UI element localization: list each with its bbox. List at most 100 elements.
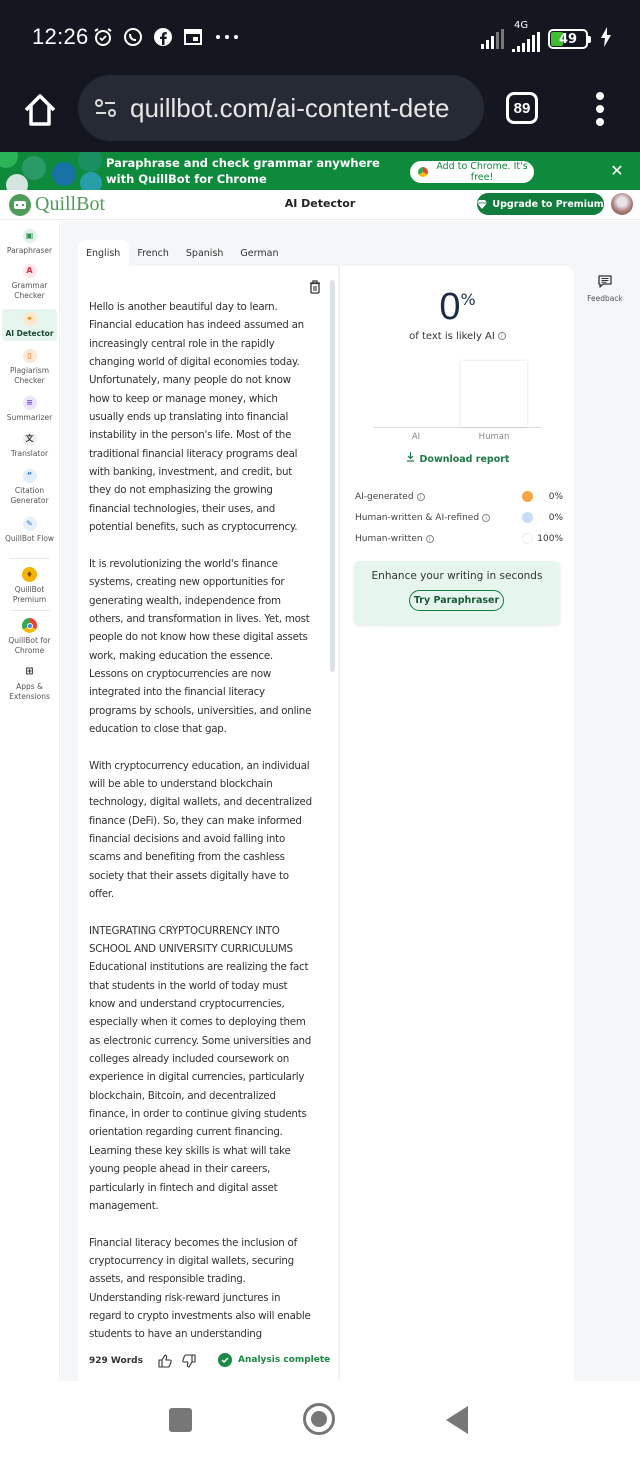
paragraph: It is revolutionizing the world's financ… (89, 557, 312, 735)
battery-icon: 49 (548, 29, 591, 49)
home-icon (24, 94, 56, 126)
sidebar-item-grammar-checker[interactable]: A Grammar Checker (2, 264, 57, 301)
summarizer-icon: ≡ (22, 396, 37, 410)
add-to-chrome-button[interactable]: Add to Chrome. It's free! (410, 161, 534, 183)
browser-toolbar: quillbot.com/ai-content-dete 89 (0, 70, 640, 152)
upgrade-label: Upgrade to Premium (492, 198, 604, 210)
url-text[interactable]: quillbot.com/ai-content-dete (130, 93, 470, 124)
add-to-chrome-label: Add to Chrome. It's free! (436, 161, 528, 183)
breakdown-label: Human-written (355, 533, 423, 544)
sidebar-item-citation-generator[interactable]: “ Citation Generator (2, 469, 57, 506)
sidebar-item-label: AI Detector (5, 329, 54, 338)
close-banner-button[interactable]: ✕ (608, 162, 626, 180)
tab-switcher-button[interactable]: 89 (506, 92, 538, 124)
chart-label-human: Human (478, 432, 510, 442)
clear-text-button[interactable] (309, 279, 321, 294)
premium-icon: ♦ (22, 567, 37, 582)
sidebar-item-apps-extensions[interactable]: ⊞ Apps & Extensions (2, 665, 57, 702)
analysis-status: Analysis complete (218, 1353, 330, 1367)
tab-german[interactable]: German (232, 240, 287, 266)
chart-label-ai: AI (411, 432, 421, 442)
apps-icon: ⊞ (25, 666, 34, 677)
editor-scrollbar[interactable] (330, 280, 335, 1370)
diamond-icon (477, 199, 488, 209)
home-button[interactable] (20, 90, 60, 130)
thumbs-up-button[interactable] (158, 1353, 172, 1368)
tab-english[interactable]: English (78, 240, 130, 266)
sidebar-item-label: Apps & Extensions (9, 682, 50, 701)
breakdown-row-human-written: Human-written i 100% (355, 528, 563, 549)
thumbs-down-icon (182, 1354, 196, 1368)
sidebar-item-label: Grammar Checker (11, 281, 48, 300)
chart-bar-human (461, 361, 527, 427)
sidebar-divider (10, 558, 50, 559)
sidebar-item-label: QuillBot for Chrome (8, 636, 51, 655)
quillbot-logo-icon (9, 193, 31, 216)
sidebar-item-label: Citation Generator (10, 486, 49, 505)
user-avatar[interactable] (611, 193, 633, 215)
editor-footer: 929 Words Analysis complete (78, 1348, 338, 1374)
trash-icon (310, 280, 320, 294)
language-tabs: English French Spanish German (78, 240, 287, 266)
system-navigation-bar (0, 1381, 640, 1458)
breakdown-value: 0% (548, 491, 563, 502)
sidebar-item-label: Plagiarism Checker (9, 366, 50, 385)
logo-text: QuillBot (35, 193, 106, 215)
sidebar-item-quillbot-premium[interactable]: ♦ QuillBot Premium (2, 567, 57, 605)
breakdown-label: Human-written & AI-refined (355, 512, 480, 523)
paragraph: Hello is another beautiful day to learn.… (89, 301, 304, 534)
editor-text[interactable]: Hello is another beautiful day to learn.… (89, 298, 314, 1362)
sidebar-item-ai-detector[interactable]: ⌖ AI Detector (2, 309, 57, 341)
scrollbar-thumb[interactable] (330, 280, 335, 672)
download-report-button[interactable]: Download report (340, 452, 575, 465)
browser-menu-button[interactable] (592, 92, 608, 126)
info-icon[interactable]: i (425, 534, 434, 543)
network-type: 4G (514, 20, 529, 31)
ai-generated-dot (522, 491, 533, 502)
site-settings-icon[interactable] (92, 94, 120, 122)
breakdown-label: AI-generated (355, 491, 414, 502)
app-header: QuillBot AI Detector Upgrade to Premium (0, 190, 640, 220)
breakdown-row-ai-refined: Human-written & AI-refined i 0% (355, 507, 563, 528)
info-icon[interactable]: i (497, 332, 506, 340)
try-paraphraser-button[interactable]: Try Paraphraser (409, 590, 504, 611)
paragraph: INTEGRATING CRYPTOCURRENCY INTO SCHOOL A… (89, 924, 312, 1212)
clock: 12:26 (32, 24, 89, 49)
sidebar-item-label: Paraphraser (6, 246, 53, 255)
sidebar-item-paraphraser[interactable]: ▣ Paraphraser (2, 229, 57, 256)
analysis-status-text: Analysis complete (238, 1355, 331, 1365)
home-nav-button[interactable] (303, 1403, 335, 1435)
info-icon[interactable]: i (482, 513, 491, 522)
info-icon[interactable]: i (416, 492, 425, 501)
tab-french[interactable]: French (129, 240, 178, 266)
whatsapp-icon (122, 26, 144, 48)
check-circle-icon (218, 1353, 232, 1367)
feedback-label: Feedback (587, 294, 623, 303)
sidebar-item-quillbot-flow[interactable]: ✎ QuillBot Flow (2, 517, 57, 544)
text-editor[interactable]: Hello is another beautiful day to learn.… (78, 266, 338, 1381)
ai-refined-dot (522, 512, 533, 523)
sidebar-item-quillbot-for-chrome[interactable]: QuillBot for Chrome (2, 618, 57, 656)
facebook-icon (152, 26, 174, 48)
upgrade-to-premium-button[interactable]: Upgrade to Premium (477, 193, 604, 215)
score-caption-text: of text is likely AI (409, 331, 495, 342)
feedback-button[interactable]: Feedback (584, 275, 626, 303)
calendar-icon (182, 26, 204, 48)
download-icon (406, 452, 415, 465)
tab-spanish[interactable]: Spanish (178, 240, 233, 266)
recent-apps-button[interactable] (169, 1408, 192, 1432)
address-bar[interactable]: quillbot.com/ai-content-dete (78, 75, 484, 141)
thumbs-down-button[interactable] (182, 1353, 196, 1368)
paragraph: Financial literacy becomes the inclusion… (89, 1236, 311, 1341)
grammar-checker-icon: A (22, 264, 37, 278)
back-button[interactable] (446, 1406, 468, 1434)
mobile-data-icon: 4G (512, 20, 540, 52)
sidebar-item-label: Summarizer (6, 413, 53, 422)
sidebar-item-summarizer[interactable]: ≡ Summarizer (2, 396, 57, 423)
sidebar-item-plagiarism-checker[interactable]: ▯ Plagiarism Checker (2, 349, 57, 386)
detection-breakdown: AI-generated i 0% Human-written & AI-refi… (355, 486, 563, 549)
sidebar-item-label: QuillBot Premium (12, 585, 47, 604)
sidebar-item-translator[interactable]: 文 Translator (2, 432, 57, 459)
word-count: 929 Words (89, 1356, 143, 1366)
quillbot-logo[interactable]: QuillBot (9, 193, 105, 216)
